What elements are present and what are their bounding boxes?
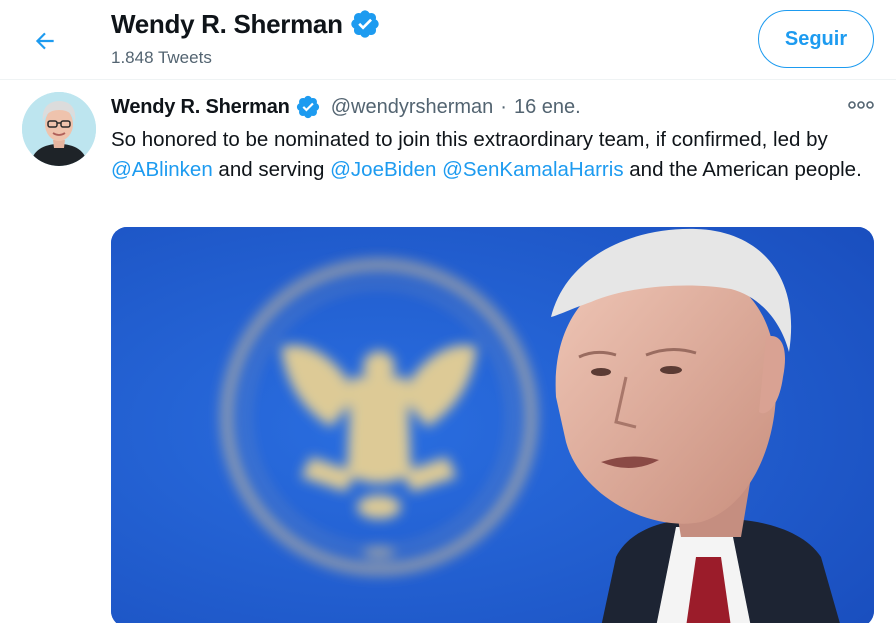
back-button[interactable] xyxy=(26,22,64,60)
photo-image xyxy=(111,227,874,623)
separator-dot: · xyxy=(500,95,507,118)
mention-link[interactable]: @ABlinken xyxy=(111,158,213,181)
arrow-left-icon xyxy=(35,32,54,50)
verified-badge-icon xyxy=(296,95,319,119)
tweet-photo[interactable] xyxy=(111,227,874,623)
page-title: Wendy R. Sherman xyxy=(111,8,381,40)
tweet-text-part: and the American people. xyxy=(623,158,862,181)
tweet-text-part: and serving xyxy=(212,158,331,181)
tweet-count: 1.848 Tweets xyxy=(111,48,212,67)
tweet-text: So honored to be nominated to join this … xyxy=(111,125,881,185)
profile-header: Wendy R. Sherman 1.848 Tweets Seguir xyxy=(0,0,896,80)
tweet-author-name[interactable]: Wendy R. Sherman xyxy=(111,96,290,119)
tweet-header: Wendy R. Sherman @wendyrsherman · 16 ene… xyxy=(111,94,581,120)
verified-badge-icon xyxy=(351,10,379,38)
avatar-photo xyxy=(22,92,96,166)
tweet-handle[interactable]: @wendyrsherman xyxy=(331,96,494,119)
follow-button[interactable]: Seguir xyxy=(758,10,874,68)
more-options-icon xyxy=(848,101,874,109)
more-options-button[interactable] xyxy=(846,94,876,116)
tweet-text-part: So honored to be nominated to join this … xyxy=(111,128,828,151)
mention-link[interactable]: @JoeBiden xyxy=(330,158,436,181)
avatar[interactable] xyxy=(22,92,96,166)
mention-link[interactable]: @SenKamalaHarris xyxy=(442,158,623,181)
profile-name: Wendy R. Sherman xyxy=(111,8,343,39)
tweet[interactable]: Wendy R. Sherman @wendyrsherman · 16 ene… xyxy=(0,81,896,623)
tweet-date[interactable]: 16 ene. xyxy=(514,96,581,119)
